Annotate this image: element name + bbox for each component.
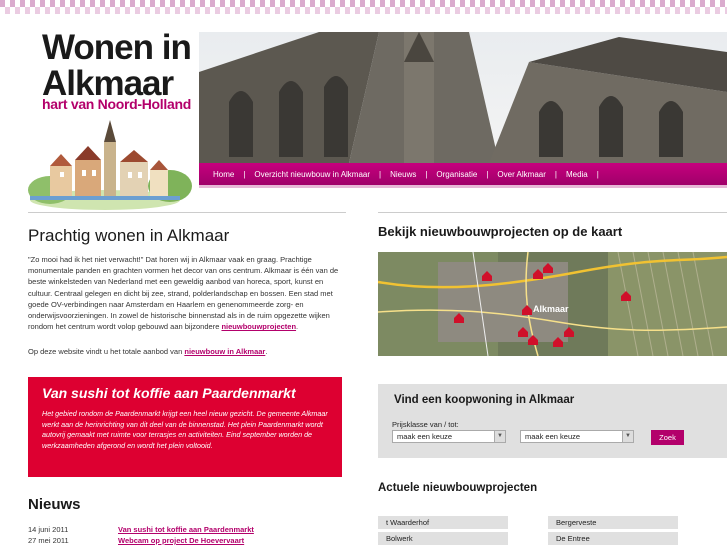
search-button[interactable]: Zoek	[651, 430, 684, 445]
nieuwbouw-alkmaar-link[interactable]: nieuwbouw in Alkmaar	[184, 347, 265, 356]
news-heading: Nieuws	[28, 496, 81, 513]
nav-separator: |	[486, 169, 489, 179]
nav-organisatie[interactable]: Organisatie	[436, 170, 477, 179]
news-list: 14 juni 2011 Van sushi tot koffie aan Pa…	[28, 524, 348, 545]
news-item: 14 juni 2011 Van sushi tot koffie aan Pa…	[28, 524, 348, 535]
chevron-down-icon: ▼	[622, 431, 633, 442]
map-heading: Bekijk nieuwbouwprojecten op de kaart	[378, 224, 623, 239]
page-title: Prachtig wonen in Alkmaar	[28, 226, 230, 245]
nav-media[interactable]: Media	[566, 170, 588, 179]
nieuwbouwprojecten-link[interactable]: nieuwbouwprojecten	[221, 322, 296, 331]
promo-title: Van sushi tot koffie aan Paardenmarkt	[42, 385, 296, 401]
project-item[interactable]: t Waarderhof	[378, 516, 508, 529]
price-to-select[interactable]: maak een keuze ▼	[520, 430, 634, 443]
promo-banner[interactable]: Van sushi tot koffie aan Paardenmarkt He…	[28, 377, 342, 477]
decorative-top-strip	[0, 0, 727, 14]
price-range-label: Prijsklasse van / tot:	[392, 420, 459, 429]
projects-heading: Actuele nieuwbouwprojecten	[378, 482, 538, 494]
news-link[interactable]: Webcam op project De Hoevervaart	[118, 535, 244, 545]
nav-over-alkmaar[interactable]: Over Alkmaar	[497, 170, 545, 179]
intro-text-2: Op deze website vindt u het totale aanbo…	[28, 346, 346, 357]
intro-body: "Zo mooi had ik het niet verwacht!" Dat …	[28, 255, 339, 332]
logo-subtitle: hart van Noord-Holland	[42, 96, 191, 112]
divider-right	[378, 212, 727, 213]
intro-end: .	[296, 322, 299, 332]
price-to-value: maak een keuze	[525, 432, 581, 441]
nav-home[interactable]: Home	[213, 170, 234, 179]
nav-separator: |	[243, 169, 246, 179]
intro2-end: .	[265, 347, 268, 356]
news-date: 14 juni 2011	[28, 525, 69, 534]
site-logo[interactable]: Wonen in Alkmaar hart van Noord-Holland	[20, 30, 195, 210]
projects-map[interactable]: Alkmaar	[378, 252, 727, 356]
map-place-label: Alkmaar	[533, 304, 569, 314]
news-item: 27 mei 2011 Webcam op project De Hoeverv…	[28, 535, 348, 545]
search-heading: Vind een koopwoning in Alkmaar	[394, 394, 575, 406]
intro-text: "Zo mooi had ik het niet verwacht!" Dat …	[28, 254, 346, 332]
chevron-down-icon: ▼	[494, 431, 505, 442]
city-skyline-illustration	[28, 120, 192, 210]
project-item[interactable]: Bolwerk	[378, 532, 508, 545]
search-panel: Vind een koopwoning in Alkmaar Prijsklas…	[378, 384, 727, 458]
news-date: 27 mei 2011	[28, 536, 69, 545]
project-item[interactable]: De Entree	[548, 532, 678, 545]
nav-nieuws[interactable]: Nieuws	[390, 170, 416, 179]
project-item[interactable]: Bergerveste	[548, 516, 678, 529]
promo-text: Het gebied rondom de Paardenmarkt krijgt…	[42, 409, 328, 450]
nav-separator: |	[379, 169, 382, 179]
nav-separator: |	[425, 169, 428, 179]
news-link[interactable]: Van sushi tot koffie aan Paardenmarkt	[118, 524, 254, 535]
price-from-select[interactable]: maak een keuze ▼	[392, 430, 506, 443]
divider-left	[28, 212, 346, 213]
logo-title-line1: Wonen in	[42, 28, 192, 67]
hero-church-photo	[199, 32, 727, 163]
main-navigation: Home | Overzicht nieuwbouw in Alkmaar | …	[199, 163, 727, 185]
nav-overzicht-nieuwbouw[interactable]: Overzicht nieuwbouw in Alkmaar	[254, 170, 370, 179]
price-from-value: maak een keuze	[397, 432, 453, 441]
nav-underline	[199, 185, 727, 188]
nav-separator: |	[596, 169, 599, 179]
nav-separator: |	[554, 169, 557, 179]
intro2-body: Op deze website vindt u het totale aanbo…	[28, 347, 185, 356]
